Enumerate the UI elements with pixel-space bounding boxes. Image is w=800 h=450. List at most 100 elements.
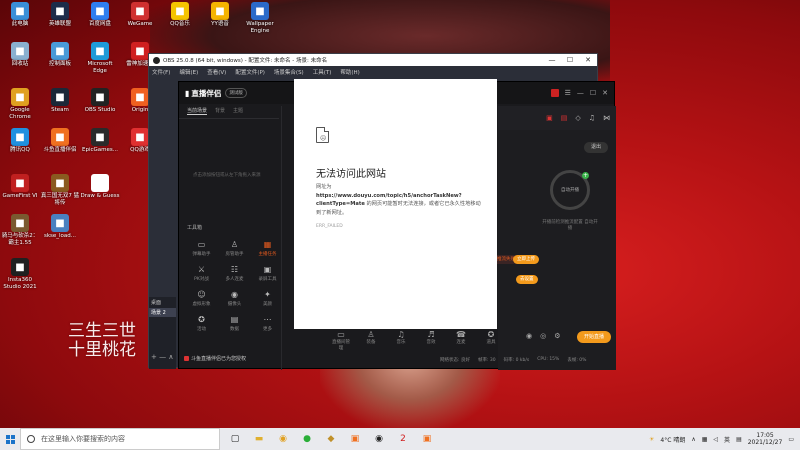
volume-icon[interactable]: ◁ <box>713 436 718 443</box>
task-view-icon[interactable]: ▢ <box>226 430 244 448</box>
tool-item[interactable]: ♙ 房管助手 <box>218 240 251 257</box>
bottom-tool[interactable]: ☎ 连麦 <box>450 330 472 351</box>
notification-icon[interactable]: ▭ <box>788 436 794 443</box>
tool-item[interactable]: ◉ 摄像头 <box>218 290 251 307</box>
ime-icon[interactable]: ▤ <box>736 436 742 443</box>
tool-label: 录屏工具 <box>258 277 277 282</box>
obs-menu-item[interactable]: 查看(V) <box>207 68 226 76</box>
input-lang[interactable]: 英 <box>724 435 730 444</box>
gift-icon[interactable]: ▣ <box>546 114 553 122</box>
obs-menu-item[interactable]: 帮助(H) <box>340 68 359 76</box>
tool-item[interactable]: ☷ 多人连麦 <box>218 265 251 282</box>
obs-menu-item[interactable]: 场景集合(S) <box>274 68 304 76</box>
tool-item[interactable]: ▤ 数据 <box>218 315 251 332</box>
zhibo-tab[interactable]: 主题 <box>233 107 243 115</box>
desktop-icon[interactable]: ■ 百度网盘 <box>80 2 120 28</box>
desktop-icon[interactable]: ■ YY语音 <box>200 2 240 28</box>
tray-arrow-icon[interactable]: ∧ <box>691 436 695 443</box>
zhibo-footer: 斗鱼直播伴侣已为您授权 <box>184 355 246 362</box>
lol-icon[interactable]: ◆ <box>322 430 340 448</box>
obs-menu-item[interactable]: 文件(F) <box>152 68 170 76</box>
obs-titlebar[interactable]: OBS 25.0.8 (64 bit, windows) - 配置文件: 未命名… <box>149 54 597 66</box>
share-icon[interactable]: ◇ <box>575 114 580 122</box>
start-live-button[interactable]: 开始直播 <box>577 331 611 343</box>
obs-scene-item[interactable]: 场景 2 <box>149 308 176 317</box>
maximize-icon[interactable]: ☐ <box>590 89 596 97</box>
zhibo-icon[interactable]: 2 <box>394 430 412 448</box>
taskbar-search[interactable]: 在这里输入你要搜索的内容 <box>20 428 220 450</box>
desktop-icon[interactable]: ■ Insta360 Studio 2021 <box>0 258 40 291</box>
zhibo-tab[interactable]: 背景 <box>215 107 225 115</box>
tool-item[interactable]: ✦ 美颜 <box>251 290 284 307</box>
tool-item[interactable]: ✪ 活动 <box>185 315 218 332</box>
bell-icon[interactable]: ♫ <box>589 114 595 122</box>
bottom-tool[interactable]: ✪ 道具 <box>480 330 502 351</box>
desktop-icon[interactable]: ■ 真三国无双7 猛将传 <box>40 174 80 207</box>
desktop-icon-label: 斗鱼直播伴侣 <box>43 147 77 153</box>
tool-label: 更多 <box>263 327 272 332</box>
desktop-icon[interactable]: ■ Google Chrome <box>0 88 40 121</box>
desktop-icon[interactable]: ■ Steam <box>40 88 80 114</box>
desktop-icon[interactable]: ■ 回收站 <box>0 42 40 68</box>
desktop-icon[interactable]: ■ EpicGames... <box>80 128 120 154</box>
obs-menu-item[interactable]: 编辑(E) <box>179 68 198 76</box>
minimize-icon[interactable]: — <box>543 56 561 64</box>
orange-upload-button[interactable]: 立即上传 <box>513 255 539 264</box>
desktop-icon[interactable]: ■ 此电脑 <box>0 2 40 28</box>
camera-icon[interactable]: ◉ <box>526 332 532 340</box>
desktop-icon[interactable]: ■ Wallpaper Engine <box>240 2 280 35</box>
obs-menu-item[interactable]: 工具(T) <box>313 68 332 76</box>
clock[interactable]: 17:05 2021/12/27 <box>748 432 783 446</box>
desktop-icon[interactable]: ■ Draw & Guess <box>80 174 120 200</box>
obs-scene-tools[interactable]: + — ∧ <box>151 353 173 361</box>
zhibo-tab[interactable]: 当前场景 <box>187 107 208 115</box>
desktop-icon[interactable]: ■ 控制面板 <box>40 42 80 68</box>
exit-button[interactable]: 退出 <box>584 142 608 153</box>
close-icon[interactable]: ✕ <box>579 56 597 64</box>
obs-icon[interactable]: ◉ <box>370 430 388 448</box>
maximize-icon[interactable]: ☐ <box>561 56 579 64</box>
network-icon[interactable]: ▦ <box>702 436 708 443</box>
wechat-icon[interactable]: ● <box>298 430 316 448</box>
obs-menu-item[interactable]: 配置文件(P) <box>235 68 265 76</box>
desktop-icon[interactable]: ■ QQ音乐 <box>160 2 200 28</box>
desktop-icon[interactable]: ■ WeGame <box>120 2 160 28</box>
desktop-icon[interactable]: ■ 腾讯QQ <box>0 128 40 154</box>
bottom-tool[interactable]: ♙ 装备 <box>360 330 382 351</box>
start-button[interactable] <box>0 428 20 450</box>
mic-icon[interactable]: ◎ <box>540 332 546 340</box>
tool-item[interactable]: ☺ 虚拟形象 <box>185 290 218 307</box>
weather[interactable]: 4°C 晴朗 <box>660 435 685 444</box>
bottom-tool[interactable]: ♬ 音效 <box>420 330 442 351</box>
notice-icon[interactable]: ▤ <box>561 114 568 122</box>
menu-icon[interactable]: ☰ <box>565 89 571 97</box>
desktop-icon[interactable]: ■ 斗鱼直播伴侣 <box>40 128 80 154</box>
settings-icon[interactable]: ⚙ <box>554 332 560 340</box>
tool-item[interactable]: ▦ 主播任务 <box>251 240 284 257</box>
desktop-icon[interactable]: ■ 英雄联盟 <box>40 2 80 28</box>
tool-item[interactable]: ▣ 录屏工具 <box>251 265 284 282</box>
tool-item[interactable]: ▭ 弹幕助手 <box>185 240 218 257</box>
tool-label: 多人连麦 <box>225 277 244 282</box>
bottom-tool[interactable]: ♫ 音乐 <box>390 330 412 351</box>
share-network-icon[interactable]: ⋈ <box>603 114 610 122</box>
orange-settings-button[interactable]: 去设置 <box>516 275 538 284</box>
tool-item[interactable]: ⚔ PK对战 <box>185 265 218 282</box>
desktop-icon[interactable]: ■ 骑马与砍杀2：霸主1.55 <box>0 214 40 247</box>
desktop-icon[interactable]: ■ skse_load... <box>40 214 80 240</box>
douyu-icon[interactable]: ▣ <box>346 430 364 448</box>
desktop-icon[interactable]: ■ GameFirst VI <box>0 174 40 200</box>
weather-icon[interactable]: ☀ <box>649 436 654 443</box>
desktop-icon[interactable]: ■ OBS Studio <box>80 88 120 114</box>
draw-guess-icon: ■ <box>91 174 109 192</box>
bottom-tool[interactable]: ▭ 直播间管理 <box>330 330 352 351</box>
close-icon[interactable]: ✕ <box>602 89 608 97</box>
douyu-icon-2[interactable]: ▣ <box>418 430 436 448</box>
chrome-icon[interactable]: ◉ <box>274 430 292 448</box>
explorer-icon[interactable]: ▬ <box>250 430 268 448</box>
tool-item[interactable]: ⋯ 更多 <box>251 315 284 332</box>
zhibo-avatar-icon[interactable] <box>550 89 559 97</box>
add-icon[interactable]: + <box>582 172 589 179</box>
minimize-icon[interactable]: — <box>577 89 584 97</box>
desktop-icon[interactable]: ■ Microsoft Edge <box>80 42 120 75</box>
